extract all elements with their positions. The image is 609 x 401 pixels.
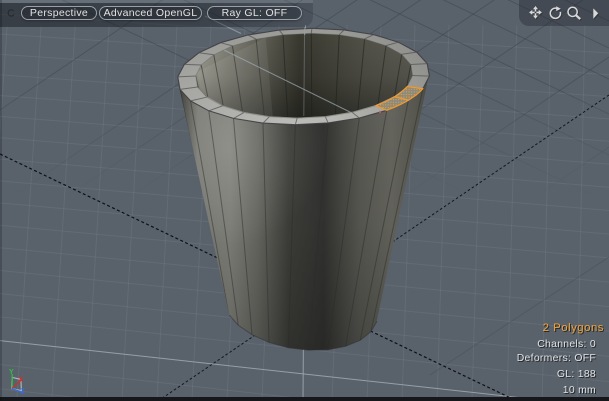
svg-text:Z: Z <box>21 389 26 396</box>
svg-text:Y: Y <box>9 369 14 376</box>
svg-text:X: X <box>19 377 24 384</box>
